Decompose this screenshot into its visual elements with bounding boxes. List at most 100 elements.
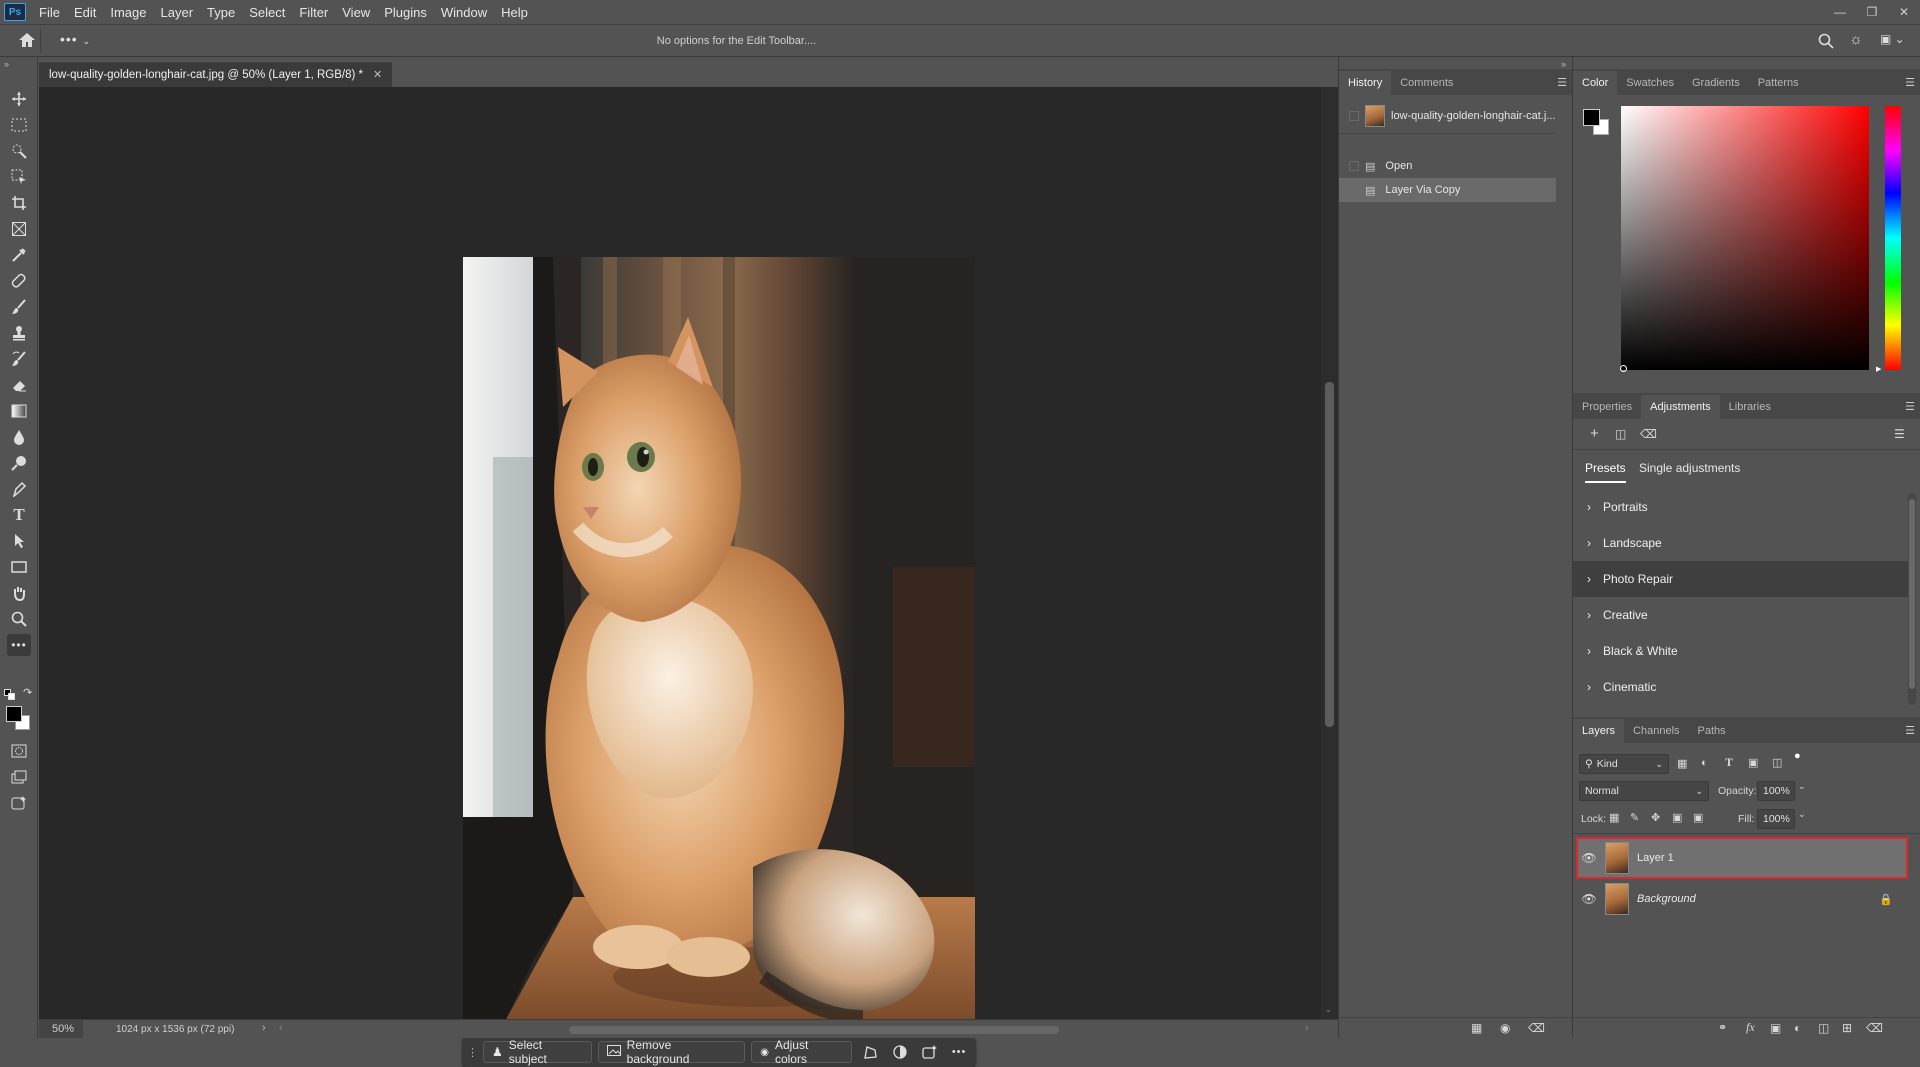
tab-properties[interactable]: Properties	[1573, 395, 1641, 419]
color-swatches[interactable]	[6, 706, 32, 732]
preset-photo-repair[interactable]: › Photo Repair	[1573, 561, 1913, 597]
quick-selection-tool-icon[interactable]	[7, 140, 31, 162]
workspace-icon[interactable]: ▣ ⌄	[1880, 32, 1905, 46]
tab-layers[interactable]: Layers	[1573, 719, 1625, 743]
transform-icon[interactable]	[858, 1041, 882, 1063]
marquee-tool-icon[interactable]	[7, 114, 31, 136]
tab-history[interactable]: History	[1339, 71, 1392, 95]
chevron-down-icon[interactable]: ⌄	[1798, 809, 1806, 820]
visibility-eye-icon[interactable]: 👁	[1577, 851, 1601, 865]
healing-brush-tool-icon[interactable]	[7, 270, 31, 292]
edit-toolbar-icon[interactable]: •••	[7, 634, 31, 656]
menu-edit[interactable]: Edit	[67, 5, 103, 20]
more-options-icon[interactable]: •••	[947, 1041, 971, 1063]
adjustments-scrollbar[interactable]	[1908, 493, 1916, 705]
tab-paths[interactable]: Paths	[1689, 719, 1735, 743]
menu-window[interactable]: Window	[434, 5, 494, 20]
stamp-tool-icon[interactable]	[7, 322, 31, 344]
drag-handle-icon[interactable]: ⋮	[467, 1046, 478, 1059]
link-layers-icon[interactable]: ⚭	[1718, 1021, 1727, 1034]
document-tab[interactable]: low-quality-golden-longhair-cat.jpg @ 50…	[39, 61, 393, 87]
pixel-layer-filter-icon[interactable]: ▦	[1677, 757, 1687, 770]
lock-image-icon[interactable]: ✎	[1630, 811, 1639, 824]
close-icon[interactable]: ✕	[1888, 0, 1920, 24]
tab-libraries[interactable]: Libraries	[1720, 395, 1780, 419]
restore-icon[interactable]: ❐	[1856, 0, 1888, 24]
panel-menu-icon[interactable]: ☰	[1905, 724, 1915, 737]
pen-tool-icon[interactable]	[7, 478, 31, 500]
new-adjustment-layer-icon[interactable]: ◐	[1794, 1021, 1801, 1035]
tab-patterns[interactable]: Patterns	[1749, 71, 1808, 95]
color-picker-field[interactable]	[1621, 106, 1869, 370]
eraser-tool-icon[interactable]	[7, 374, 31, 396]
trash-icon[interactable]: ⌫	[1528, 1021, 1545, 1035]
info-arrow-icon[interactable]: ›	[262, 1022, 266, 1034]
scroll-left-icon[interactable]: ‹	[279, 1022, 283, 1034]
panel-menu-icon[interactable]: ☰	[1557, 76, 1567, 89]
adjustment-layer-icon[interactable]	[888, 1041, 912, 1063]
vertical-scroll-thumb[interactable]	[1325, 382, 1334, 727]
delete-layer-icon[interactable]: ⌫	[1866, 1021, 1883, 1035]
layer-name[interactable]: Background	[1637, 893, 1696, 905]
opacity-input[interactable]: 100%	[1757, 781, 1795, 801]
shape-filter-icon[interactable]: ▣	[1748, 756, 1758, 769]
fill-input[interactable]: 100%	[1757, 809, 1795, 829]
select-subject-button[interactable]: ♟ Select subject	[483, 1038, 592, 1066]
preset-creative[interactable]: › Creative	[1573, 597, 1913, 633]
new-group-icon[interactable]: ◫	[1818, 1021, 1829, 1035]
layer-row-layer-1[interactable]: 👁 Layer 1	[1576, 837, 1908, 879]
menu-layer[interactable]: Layer	[154, 5, 201, 20]
horizontal-scroll-thumb[interactable]	[569, 1026, 1059, 1034]
history-snapshot[interactable]: low-quality-golden-longhair-cat.j...	[1339, 102, 1556, 130]
menu-type[interactable]: Type	[200, 5, 242, 20]
preset-portraits[interactable]: › Portraits	[1573, 489, 1913, 525]
scroll-down-icon[interactable]: ⌄	[1325, 1005, 1332, 1014]
trash-icon[interactable]: ⌫	[1640, 427, 1657, 441]
search-icon[interactable]	[1818, 33, 1834, 52]
layer-mask-icon[interactable]: ▣	[1770, 1021, 1781, 1035]
tab-adjustments[interactable]: Adjustments	[1641, 395, 1720, 419]
frame-tool-icon[interactable]	[7, 218, 31, 240]
subtab-single-adjustments[interactable]: Single adjustments	[1639, 461, 1740, 475]
panel-menu-icon[interactable]: ☰	[1905, 76, 1915, 89]
hue-slider-marker-icon[interactable]: ▶	[1876, 365, 1881, 373]
swap-colors-icon[interactable]: ↷	[23, 686, 32, 699]
layer-row-background[interactable]: 👁 Background 🔒	[1577, 879, 1907, 919]
state-checkbox[interactable]	[1349, 161, 1359, 171]
path-selection-tool-icon[interactable]	[7, 530, 31, 552]
quick-mask-icon[interactable]	[7, 740, 31, 762]
menu-view[interactable]: View	[335, 5, 377, 20]
gradient-tool-icon[interactable]	[7, 400, 31, 422]
type-tool-icon[interactable]: T	[7, 504, 31, 526]
generate-icon[interactable]	[7, 792, 31, 814]
list-view-icon[interactable]: ☰	[1894, 427, 1905, 441]
discover-icon[interactable]: ☼	[1849, 31, 1863, 48]
tab-channels[interactable]: Channels	[1624, 719, 1688, 743]
history-brush-tool-icon[interactable]	[7, 348, 31, 370]
preset-cinematic[interactable]: › Cinematic	[1573, 669, 1913, 705]
preset-landscape[interactable]: › Landscape	[1573, 525, 1913, 561]
default-colors-icon[interactable]	[4, 689, 16, 701]
generative-fill-icon[interactable]	[917, 1041, 941, 1063]
color-picker-cursor[interactable]	[1620, 365, 1627, 372]
menu-plugins[interactable]: Plugins	[377, 5, 434, 20]
brush-tool-icon[interactable]	[7, 296, 31, 318]
minimize-icon[interactable]: —	[1824, 0, 1856, 24]
zoom-tool-icon[interactable]	[7, 608, 31, 630]
foreground-swatch[interactable]	[1583, 109, 1600, 126]
cat-photo[interactable]	[463, 257, 975, 1025]
new-document-from-state-icon[interactable]: ▦	[1471, 1021, 1482, 1035]
hand-tool-icon[interactable]	[7, 582, 31, 604]
menu-file[interactable]: File	[32, 5, 67, 20]
move-tool-icon[interactable]	[7, 88, 31, 110]
object-selection-tool-icon[interactable]	[7, 166, 31, 188]
history-state-open[interactable]: ▤ Open	[1339, 154, 1556, 178]
lock-all-icon[interactable]: ▣	[1693, 811, 1703, 824]
panel-menu-icon[interactable]: ☰	[1905, 400, 1915, 413]
fg-bg-swatches[interactable]	[1583, 109, 1613, 139]
tab-comments[interactable]: Comments	[1391, 71, 1462, 95]
menu-help[interactable]: Help	[494, 5, 535, 20]
blend-mode-select[interactable]: Normal ⌄	[1579, 781, 1709, 801]
screen-mode-icon[interactable]	[7, 766, 31, 788]
remove-background-button[interactable]: Remove background	[597, 1038, 746, 1066]
